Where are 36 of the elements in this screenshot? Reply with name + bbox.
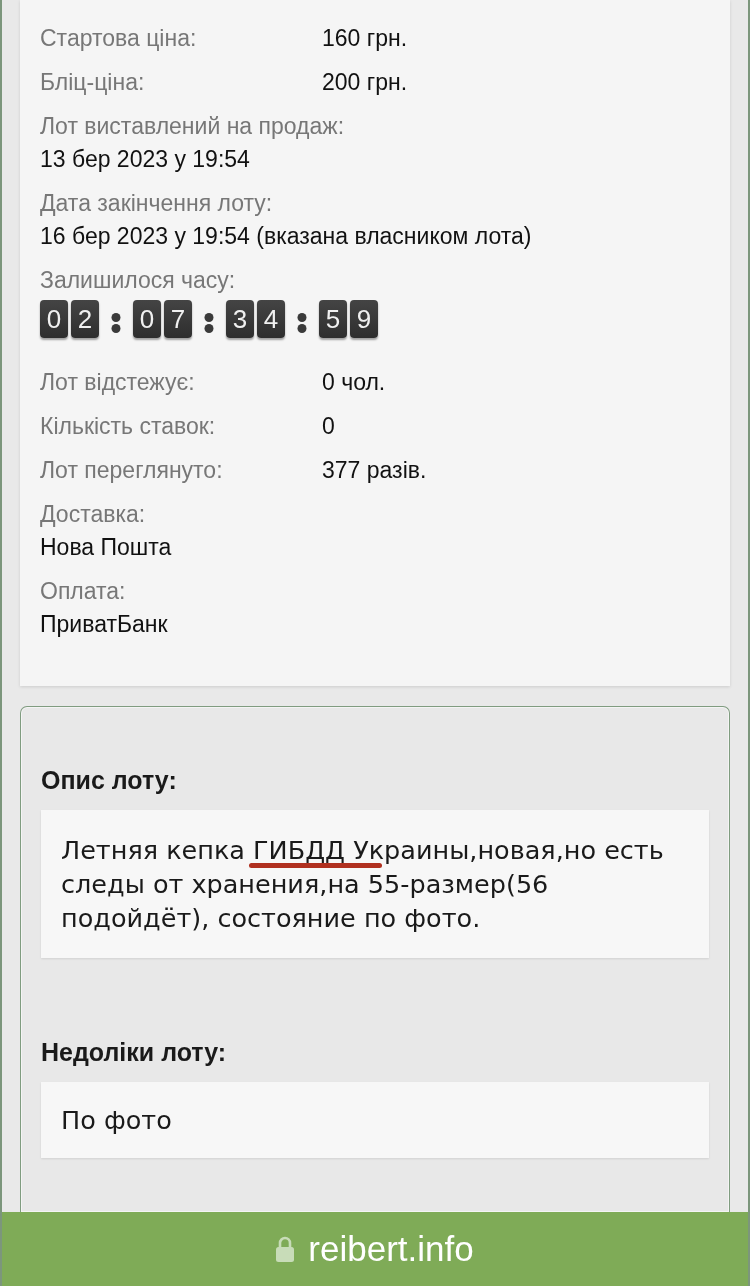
countdown-digit: 7 [164, 300, 192, 338]
countdown-digit: 0 [40, 300, 68, 338]
field-value: 16 бер 2023 у 19:54 (вказана власником лота) [40, 222, 532, 251]
field-label: Доставка: [40, 500, 146, 529]
field-value: Нова Пошта [40, 533, 172, 562]
countdown-digit: 0 [133, 300, 161, 338]
field-label: Лот виставлений на продаж: [40, 112, 345, 141]
section-heading: Недоліки лоту: [41, 1037, 228, 1067]
countdown-digit: 5 [319, 300, 347, 338]
countdown-digit: 3 [226, 300, 254, 338]
description-text: По фото [61, 1104, 173, 1137]
description-text: Летняя кепка ГИБДД Украины,новая,но есть следы от хранения,на 55-размер(56 подойдёт), состояние по фото. [61, 834, 665, 935]
field-label: Залишилося часу: [40, 266, 236, 295]
field-value: ПриватБанк [40, 610, 168, 639]
field-label: Дата закінчення лоту: [40, 189, 273, 218]
field-label: Кількість ставок: [40, 412, 217, 441]
field-label: Оплата: [40, 577, 126, 606]
site-domain[interactable]: reibert.info [308, 1229, 474, 1269]
section-heading: Опис лоту: [41, 765, 178, 795]
countdown-digit: 2 [71, 300, 99, 338]
field-value: 377 разів. [322, 456, 427, 485]
field-label: Стартова ціна: [40, 24, 198, 53]
field-value: 13 бер 2023 у 19:54 [40, 145, 250, 174]
colon-dots-icon [296, 313, 308, 333]
field-label: Лот переглянуто: [40, 456, 224, 485]
field-label: Бліц-ціна: [40, 68, 146, 97]
lock-icon [276, 1236, 295, 1262]
countdown-digit: 9 [350, 300, 378, 338]
countdown-digit: 4 [257, 300, 285, 338]
field-value: 200 грн. [322, 68, 408, 97]
colon-dots-icon [203, 313, 215, 333]
field-value: 160 грн. [322, 24, 408, 53]
field-value: 0 чол. [322, 368, 386, 397]
field-label: Лот відстежує: [40, 368, 196, 397]
field-value: 0 [322, 412, 335, 441]
colon-dots-icon [110, 313, 122, 333]
